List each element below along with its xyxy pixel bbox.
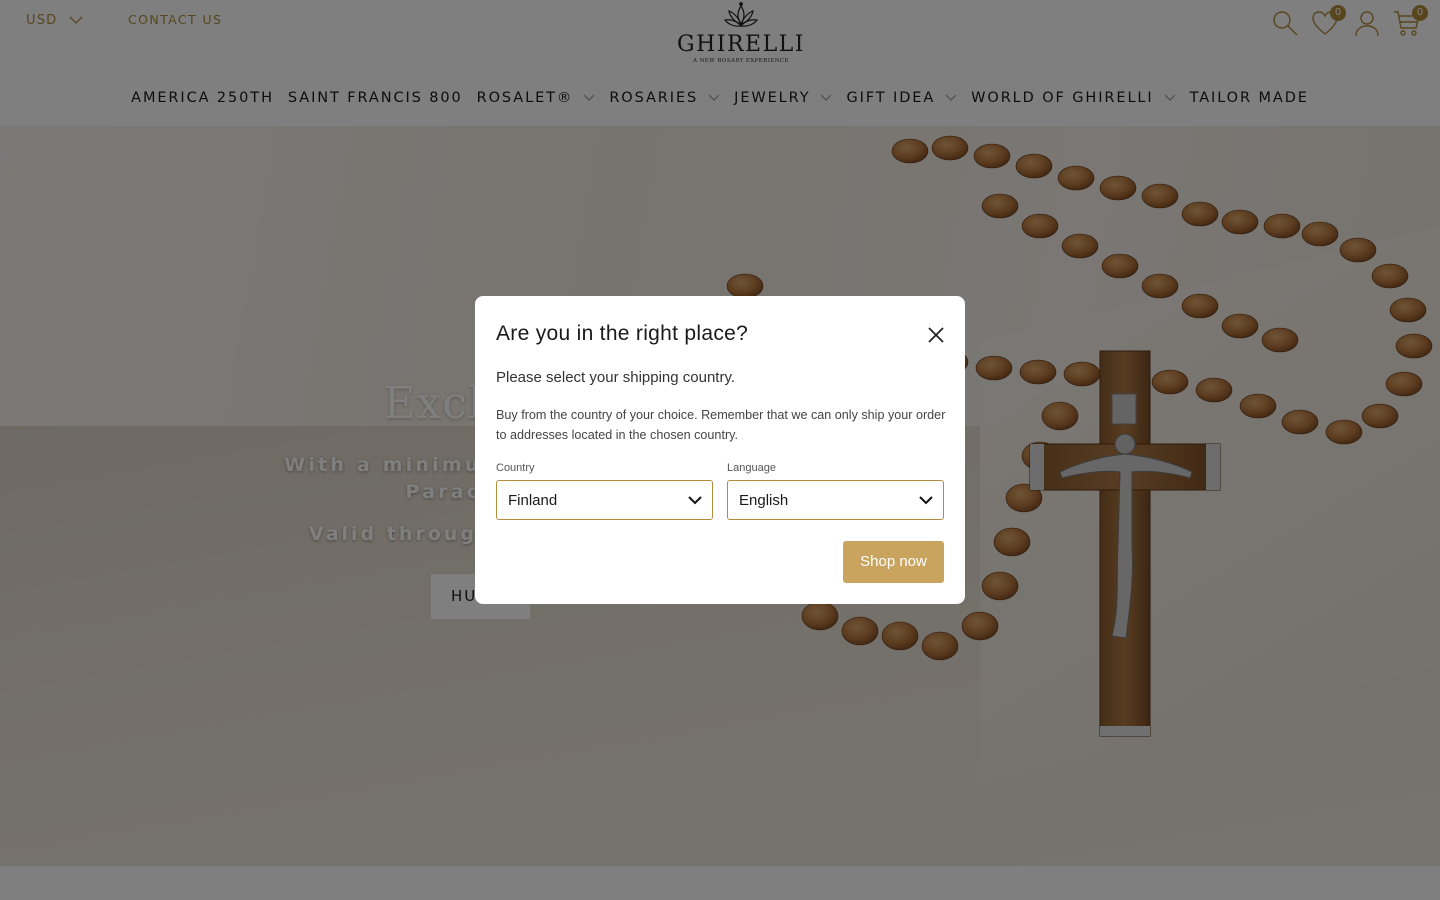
country-select[interactable]: Finland — [496, 480, 713, 520]
language-label: Language — [727, 462, 776, 474]
modal-description: Buy from the country of your choice. Rem… — [496, 408, 946, 442]
shop-now-button[interactable]: Shop now — [843, 541, 944, 583]
language-select-value: English — [739, 492, 789, 509]
modal-title: Are you in the right place? — [496, 322, 749, 345]
country-select-value: Finland — [508, 492, 558, 509]
country-selector-modal: Are you in the right place? Please selec… — [475, 296, 965, 604]
chevron-down-icon — [688, 496, 702, 505]
language-select[interactable]: English — [727, 480, 944, 520]
chevron-down-icon — [919, 496, 933, 505]
close-button[interactable] — [925, 324, 947, 346]
close-icon — [928, 327, 944, 343]
modal-lead-text: Please select your shipping country. — [496, 369, 736, 386]
country-label: Country — [496, 462, 535, 474]
